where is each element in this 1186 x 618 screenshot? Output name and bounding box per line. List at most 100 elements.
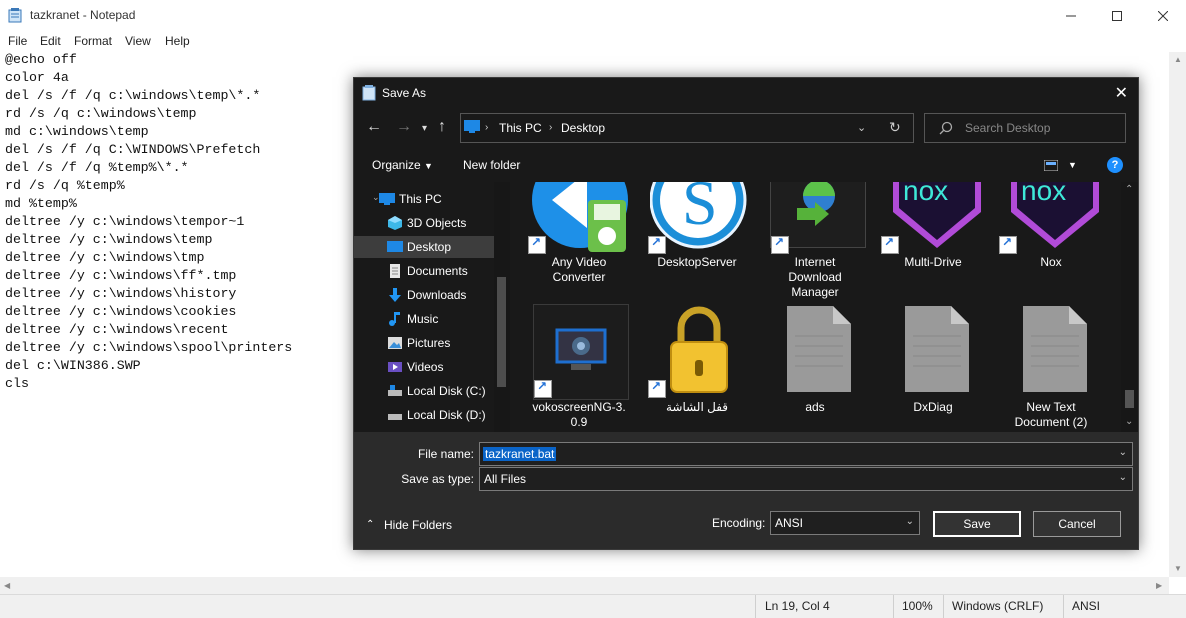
- file-name-input[interactable]: tazkranet.bat ⌄: [479, 442, 1133, 466]
- encoding-label: Encoding:: [712, 516, 766, 530]
- file-name: ads: [805, 400, 825, 414]
- file-name: Multi-Drive: [904, 255, 962, 269]
- shortcut-arrow-icon: [771, 235, 789, 254]
- menu-file[interactable]: File: [8, 34, 27, 48]
- tree-item-music[interactable]: Music: [354, 308, 494, 330]
- scroll-left-icon[interactable]: ◀: [4, 581, 10, 590]
- cancel-button[interactable]: Cancel: [1033, 511, 1121, 537]
- recent-locations-chevron-icon[interactable]: ▾: [422, 123, 427, 134]
- tree-item-videos[interactable]: Videos: [354, 356, 494, 378]
- text-line: deltree /y c:\windows\ff*.tmp: [5, 268, 237, 283]
- tree-item-local-disk-d[interactable]: Local Disk (D:): [354, 404, 494, 426]
- text-line: deltree /y c:\windows\history: [5, 286, 237, 301]
- address-bar[interactable]: › This PC › Desktop ⌄ ↻: [460, 113, 914, 143]
- file-item[interactable]: nox Multi-Drive: [879, 182, 987, 290]
- menu-format[interactable]: Format: [74, 34, 112, 48]
- encoding-select[interactable]: ANSI ⌄: [770, 511, 920, 535]
- file-item[interactable]: Any Video Converter: [525, 182, 633, 290]
- up-arrow-icon[interactable]: ↑: [438, 118, 446, 136]
- text-line: del /s /f /q %temp%\*.*: [5, 160, 189, 175]
- file-name: Internet: [794, 255, 836, 269]
- save-type-value: All Files: [484, 472, 527, 486]
- document-icon: [390, 264, 400, 278]
- file-item[interactable]: Internet Download Manager: [761, 182, 869, 299]
- save-options-panel: File name: tazkranet.bat ⌄ Save as type:…: [354, 432, 1138, 549]
- file-item[interactable]: ads: [761, 304, 869, 432]
- text-line: color 4a: [5, 70, 69, 85]
- menu-view[interactable]: View: [125, 34, 151, 48]
- navigation-scrollbar[interactable]: [494, 182, 510, 432]
- svg-text:nox: nox: [903, 182, 948, 206]
- breadcrumb-this-pc[interactable]: This PC: [499, 121, 542, 135]
- shortcut-arrow-icon: [528, 235, 546, 254]
- save-button[interactable]: Save: [933, 511, 1021, 537]
- nox-icon: nox: [1011, 182, 1099, 248]
- music-icon: [389, 312, 400, 326]
- file-item[interactable]: nox Nox: [997, 182, 1105, 290]
- text-line: deltree /y c:\windows\cookies: [5, 304, 237, 319]
- chevron-down-icon[interactable]: ⌄: [1119, 447, 1127, 458]
- breadcrumb-separator-icon: ›: [485, 122, 489, 133]
- scroll-right-icon[interactable]: ▶: [1156, 581, 1162, 590]
- file-item[interactable]: DxDiag: [879, 304, 987, 432]
- lock-icon: [670, 306, 728, 393]
- disk-icon: [388, 385, 402, 396]
- encoding-value: ANSI: [775, 516, 804, 530]
- back-arrow-icon[interactable]: ←: [366, 118, 382, 136]
- minimize-icon: [1066, 15, 1076, 16]
- view-options-icon[interactable]: [1044, 160, 1058, 171]
- scroll-up-icon[interactable]: ▲: [1174, 55, 1182, 64]
- scroll-down-icon[interactable]: ⌄: [1125, 416, 1133, 427]
- file-item[interactable]: قفل الشاشة: [643, 304, 751, 432]
- text-line: md c:\windows\temp: [5, 124, 149, 139]
- file-item[interactable]: vokoscreenNG-3. 0.9: [525, 304, 633, 432]
- text-file-icon: [787, 306, 851, 392]
- file-list-scrollbar[interactable]: ⌃ ⌄: [1121, 182, 1138, 432]
- tree-item-this-pc[interactable]: ⌄ This PC: [354, 188, 494, 210]
- chevron-down-icon: ⌄: [905, 516, 914, 527]
- scroll-up-icon[interactable]: ⌃: [1125, 184, 1133, 195]
- tree-item-local-disk-c[interactable]: Local Disk (C:): [354, 380, 494, 402]
- tree-item-documents[interactable]: Documents: [354, 260, 494, 282]
- organize-button[interactable]: Organize ▼: [372, 158, 433, 172]
- search-box[interactable]: Search Desktop: [924, 113, 1126, 143]
- dialog-close-button[interactable]: ✕: [1115, 83, 1128, 103]
- chevron-up-icon[interactable]: ⌃: [366, 519, 374, 530]
- view-dropdown-icon[interactable]: ▼: [1068, 160, 1077, 170]
- scroll-down-icon[interactable]: ▼: [1174, 564, 1182, 573]
- file-name: Converter: [552, 270, 606, 284]
- tree-item-desktop[interactable]: Desktop: [354, 236, 494, 258]
- cube-icon: [388, 216, 402, 230]
- maximize-button[interactable]: [1094, 0, 1140, 31]
- refresh-icon[interactable]: ↻: [889, 119, 901, 136]
- file-name: Document (2): [1014, 415, 1088, 429]
- hide-folders-button[interactable]: Hide Folders: [384, 518, 452, 532]
- menu-help[interactable]: Help: [165, 34, 190, 48]
- vertical-scrollbar[interactable]: ▲ ▼: [1169, 52, 1186, 577]
- text-line: rd /s /q %temp%: [5, 178, 125, 193]
- new-folder-button[interactable]: New folder: [463, 158, 520, 172]
- tree-item-downloads[interactable]: Downloads: [354, 284, 494, 306]
- menu-edit[interactable]: Edit: [40, 34, 61, 48]
- idm-icon: [797, 182, 835, 226]
- address-dropdown-icon[interactable]: ⌄: [857, 121, 866, 134]
- help-icon[interactable]: ?: [1107, 157, 1123, 173]
- file-item[interactable]: S DesktopServer: [643, 182, 751, 290]
- text-line: deltree /y c:\windows\temp: [5, 232, 213, 247]
- close-button[interactable]: [1140, 0, 1186, 31]
- scroll-thumb[interactable]: [497, 277, 506, 387]
- forward-arrow-icon[interactable]: →: [396, 118, 412, 136]
- minimize-button[interactable]: [1048, 0, 1094, 31]
- file-name: Manager: [791, 285, 839, 299]
- shortcut-arrow-icon: [881, 235, 899, 254]
- tree-item-3d-objects[interactable]: 3D Objects: [354, 212, 494, 234]
- tree-label: Pictures: [407, 336, 451, 350]
- scroll-thumb[interactable]: [1125, 390, 1134, 408]
- file-item[interactable]: New Text Document (2): [997, 304, 1105, 432]
- tree-item-pictures[interactable]: Pictures: [354, 332, 494, 354]
- breadcrumb-desktop[interactable]: Desktop: [561, 121, 605, 135]
- status-bar: Ln 19, Col 4 100% Windows (CRLF) ANSI: [0, 594, 1186, 618]
- chevron-down-icon: ⌄: [1118, 472, 1127, 483]
- save-type-select[interactable]: All Files ⌄: [479, 467, 1133, 491]
- horizontal-scrollbar[interactable]: ◀ ▶: [0, 577, 1169, 594]
